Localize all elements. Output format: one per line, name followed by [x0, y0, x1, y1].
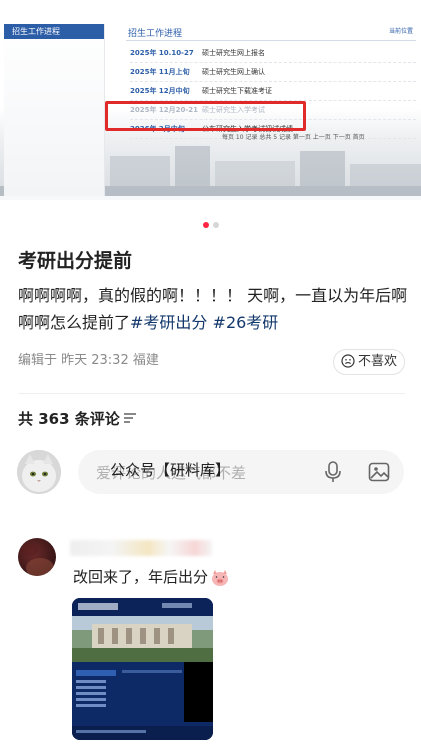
- university-website-thumbnail: [72, 598, 213, 740]
- comment-count: 共 363 条评论: [18, 410, 120, 428]
- process-pager: 每页 10 记录 总共 5 记录 第一页 上一页 下一页 首页: [222, 134, 365, 141]
- comment-input[interactable]: 爱评论的人运气都不差 公众号【研料库】: [78, 450, 404, 494]
- microphone-icon[interactable]: [324, 461, 342, 483]
- panel-divider: [126, 40, 416, 41]
- comment-text: 改回来了，年后出分: [73, 566, 230, 587]
- process-event: 硕士研究生下载准考证: [202, 87, 272, 95]
- hashtag-link[interactable]: #26考研: [213, 313, 279, 332]
- post-title: 考研出分提前: [18, 250, 133, 272]
- dislike-button[interactable]: 不喜欢: [333, 349, 405, 375]
- process-event: 硕士研究生网上确认: [202, 68, 265, 76]
- highlight-box: [105, 101, 306, 131]
- process-row: 2025年 11月上旬 硕士研究生网上确认: [130, 63, 416, 82]
- carousel-image-website-screenshot[interactable]: 招生工作进程 招生工作进程 当前位置 2025年 10.10-27 硕士研究生网…: [0, 0, 421, 196]
- process-panel-title: 招生工作进程: [128, 29, 183, 39]
- carousel-dot-active[interactable]: [202, 222, 209, 228]
- post-body: 啊啊啊啊，真的假的啊！！！！ 天啊，一直以为年后啊啊啊怎么提前了#考研出分 #2…: [18, 282, 410, 336]
- pig-emoji-icon: [212, 569, 229, 586]
- image-carousel[interactable]: 招生工作进程 招生工作进程 当前位置 2025年 10.10-27 硕士研究生网…: [0, 0, 421, 200]
- site-nav-header: 招生工作进程: [4, 24, 104, 39]
- dislike-label: 不喜欢: [357, 354, 397, 369]
- watermark-overlay-text: 公众号【研料库】: [110, 461, 231, 479]
- image-upload-icon[interactable]: [368, 461, 390, 483]
- commenter-avatar-image: [22, 544, 54, 576]
- breadcrumb-link: 当前位置: [388, 28, 413, 35]
- carousel-dot[interactable]: [212, 222, 219, 228]
- edit-timestamp: 编辑于 昨天 23:32 福建: [18, 353, 159, 368]
- sort-icon[interactable]: [123, 411, 137, 425]
- commenter-name-blurred[interactable]: [70, 540, 212, 556]
- my-avatar[interactable]: [17, 450, 61, 494]
- cat-avatar-image: [17, 450, 61, 494]
- process-event: 硕士研究生网上报名: [202, 49, 265, 57]
- site-left-nav: 招生工作进程: [4, 24, 105, 196]
- comment-text-body: 改回来了，年后出分: [73, 568, 209, 586]
- process-row: 2025年 10.10-27 硕士研究生网上报名: [130, 44, 416, 63]
- section-divider: [18, 393, 405, 394]
- carousel-indicator: [0, 213, 421, 232]
- frown-face-icon: [341, 353, 355, 368]
- process-date: 2025年 12月中旬: [130, 87, 190, 95]
- process-row: 2025年 12月中旬 硕士研究生下载准考证: [130, 82, 416, 101]
- process-date: 2025年 11月上旬: [130, 68, 190, 76]
- hashtag-link[interactable]: #考研出分: [130, 313, 207, 332]
- commenter-avatar[interactable]: [18, 538, 56, 576]
- process-date: 2025年 10.10-27: [130, 49, 194, 57]
- comment-image-attachment[interactable]: [72, 598, 213, 740]
